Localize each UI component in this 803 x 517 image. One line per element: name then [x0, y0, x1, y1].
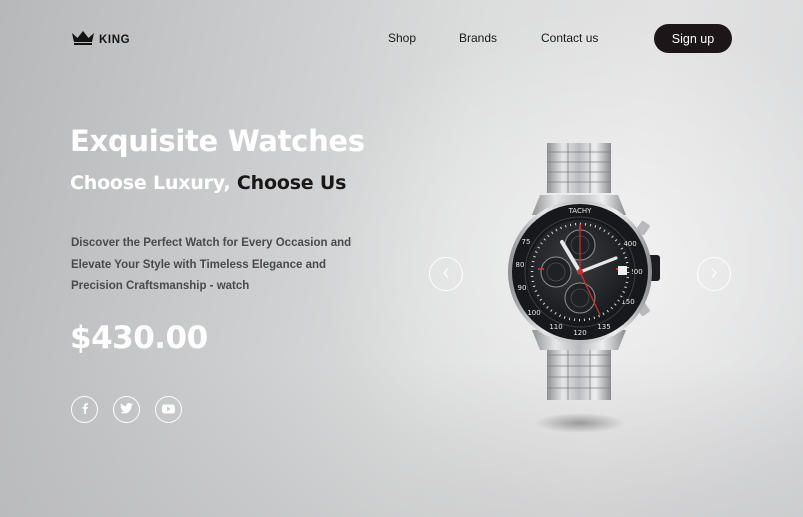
carousel-prev-button[interactable] — [429, 257, 463, 291]
svg-text:80: 80 — [516, 261, 525, 269]
svg-text:135: 135 — [597, 323, 610, 331]
facebook-icon — [79, 401, 91, 419]
youtube-button[interactable] — [155, 396, 182, 423]
brand-name: KING — [99, 34, 131, 46]
twitter-button[interactable] — [113, 396, 140, 423]
nav-link-shop[interactable]: Shop — [388, 31, 416, 45]
nav-link-brands[interactable]: Brands — [459, 31, 497, 45]
crown-icon — [71, 30, 95, 45]
hero-description: Discover the Perfect Watch for Every Occ… — [71, 237, 352, 292]
svg-text:75: 75 — [522, 238, 531, 246]
twitter-icon — [120, 401, 133, 419]
chevron-left-icon — [441, 267, 451, 282]
svg-text:120: 120 — [573, 329, 586, 337]
svg-text:90: 90 — [518, 284, 527, 292]
chevron-right-icon — [709, 267, 719, 282]
hero-title: Exquisite Watches — [70, 124, 365, 158]
carousel-next-button[interactable] — [697, 257, 731, 291]
hero-subtitle: Choose Luxury, Choose Us — [70, 172, 346, 194]
product-watch-image: TACHY 400 200 150 135 120 110 100 90 80 … — [508, 143, 660, 433]
svg-text:100: 100 — [527, 309, 540, 317]
facebook-button[interactable] — [71, 396, 98, 423]
youtube-icon — [162, 401, 175, 419]
brand-logo[interactable]: KING — [71, 30, 131, 46]
hero-subtitle-light: Choose Luxury, — [70, 172, 231, 194]
hero-subtitle-dark: Choose Us — [236, 172, 347, 194]
svg-text:110: 110 — [549, 323, 562, 331]
product-price: $430.00 — [70, 320, 208, 356]
signup-button[interactable]: Sign up — [654, 24, 732, 53]
svg-text:TACHY: TACHY — [568, 207, 593, 215]
nav-link-contact[interactable]: Contact us — [541, 31, 598, 45]
